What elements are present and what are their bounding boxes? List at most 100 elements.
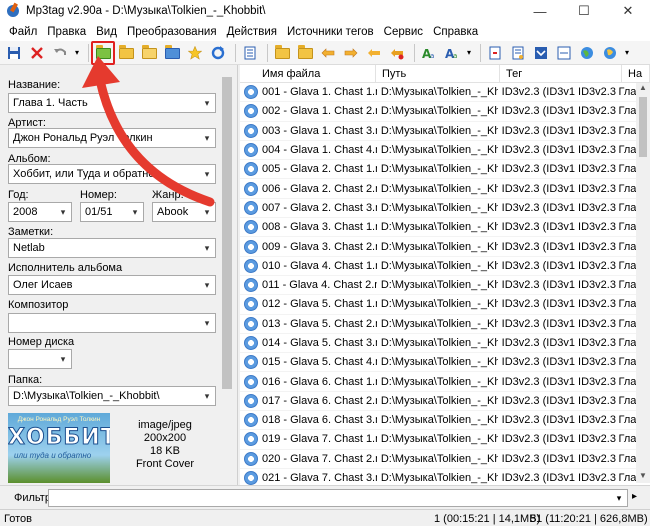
column-path[interactable]: Путь bbox=[376, 65, 500, 83]
menu-tag-sources[interactable]: Источники тегов bbox=[282, 26, 379, 38]
menu-view[interactable]: Вид bbox=[91, 26, 122, 38]
chevron-down-icon[interactable]: ▾ bbox=[55, 203, 71, 221]
open-folder-button[interactable] bbox=[139, 43, 159, 63]
menu-edit[interactable]: Правка bbox=[42, 26, 91, 38]
table-row[interactable]: 009 - Glava 3. Chast 2.m...D:\Музыка\Tol… bbox=[240, 237, 636, 257]
comment-field[interactable]: Netlab ▾ bbox=[8, 238, 216, 258]
album-artist-field[interactable]: Олег Исаев ▾ bbox=[8, 275, 216, 295]
tag-to-filename-button[interactable] bbox=[272, 43, 292, 63]
case-conversion-menu-button[interactable]: Aa bbox=[442, 43, 462, 63]
filename-to-tag-button[interactable] bbox=[295, 43, 315, 63]
year-field[interactable]: 2008 ▾ bbox=[8, 202, 72, 222]
menu-convert[interactable]: Преобразования bbox=[122, 26, 222, 38]
folder-field[interactable]: D:\Музыка\Tolkien_-_Khobbit\ ▾ bbox=[8, 386, 216, 406]
column-title[interactable]: На bbox=[622, 65, 650, 83]
options-button[interactable] bbox=[531, 43, 551, 63]
chevron-down-icon[interactable]: ▾ bbox=[199, 276, 215, 294]
highlight-box bbox=[91, 40, 115, 65]
close-button[interactable]: ✕ bbox=[606, 0, 650, 22]
freedb-button[interactable] bbox=[600, 43, 620, 63]
case-dropdown[interactable]: ▾ bbox=[465, 43, 473, 63]
chevron-down-icon[interactable]: ▾ bbox=[611, 490, 627, 506]
table-row[interactable]: 003 - Glava 1. Chast 3.m...D:\Музыка\Tol… bbox=[240, 122, 636, 141]
table-row[interactable]: 012 - Glava 5. Chast 1.m...D:\Музыка\Tol… bbox=[240, 295, 636, 315]
filter-go-icon[interactable]: ▸ bbox=[632, 491, 637, 502]
chevron-down-icon[interactable]: ▾ bbox=[199, 94, 215, 112]
save-button[interactable] bbox=[4, 43, 24, 63]
tag-to-text-button[interactable] bbox=[341, 43, 361, 63]
cell-path: D:\Музыка\Tolkien_-_Kh... bbox=[380, 433, 498, 446]
chevron-down-icon[interactable]: ▾ bbox=[55, 350, 71, 368]
table-row[interactable]: 020 - Glava 7. Chast 2.m...D:\Музыка\Tol… bbox=[240, 450, 636, 469]
export-button[interactable] bbox=[485, 43, 505, 63]
genre-field[interactable]: Abook ▾ bbox=[152, 202, 216, 222]
case-conversion-button[interactable]: Aa bbox=[419, 43, 439, 63]
filter-input[interactable]: ▾ bbox=[48, 489, 628, 507]
favorites-button[interactable] bbox=[185, 43, 205, 63]
remove-tag-button[interactable] bbox=[27, 43, 47, 63]
menu-help[interactable]: Справка bbox=[428, 26, 483, 38]
table-row[interactable]: 005 - Glava 2. Chast 1.m...D:\Музыка\Tol… bbox=[240, 160, 636, 180]
table-row[interactable]: 004 - Glava 1. Chast 4.m...D:\Музыка\Tol… bbox=[240, 141, 636, 161]
artist-field[interactable]: Джон Рональд Руэл Толкин ▾ bbox=[8, 128, 216, 148]
undo-dropdown[interactable]: ▾ bbox=[73, 43, 81, 63]
chevron-down-icon[interactable]: ▾ bbox=[199, 387, 215, 405]
title-field[interactable]: Глава 1. Часть ▾ bbox=[8, 93, 216, 113]
composer-field[interactable]: ▾ bbox=[8, 313, 216, 333]
table-row[interactable]: 014 - Glava 5. Chast 3.m...D:\Музыка\Tol… bbox=[240, 334, 636, 354]
cell-title: Гла bbox=[618, 105, 636, 118]
add-directory-button[interactable] bbox=[116, 43, 136, 63]
chevron-down-icon[interactable]: ▾ bbox=[199, 314, 215, 332]
refresh-button[interactable] bbox=[208, 43, 228, 63]
cell-path: D:\Музыка\Tolkien_-_Kh... bbox=[380, 240, 498, 253]
table-row[interactable]: 010 - Glava 4. Chast 1.m...D:\Музыка\Tol… bbox=[240, 257, 636, 276]
table-row[interactable]: 001 - Glava 1. Chast 1.m...D:\Музыка\Tol… bbox=[240, 83, 636, 103]
album-field[interactable]: Хоббит, или Туда и обратно ▾ bbox=[8, 164, 216, 184]
web-sources-dropdown[interactable] bbox=[577, 43, 597, 63]
chevron-down-icon[interactable]: ▾ bbox=[199, 165, 215, 183]
web-sources-button[interactable] bbox=[554, 43, 574, 63]
menu-actions[interactable]: Действия bbox=[222, 26, 282, 38]
column-filename[interactable]: Имя файла bbox=[240, 65, 376, 83]
scrollbar-thumb[interactable] bbox=[639, 97, 647, 157]
chevron-down-icon[interactable]: ▾ bbox=[127, 203, 143, 221]
freedb-dropdown[interactable]: ▾ bbox=[623, 43, 631, 63]
table-row[interactable]: 006 - Glava 2. Chast 2.m...D:\Музыка\Tol… bbox=[240, 179, 636, 199]
menu-file[interactable]: Файл bbox=[4, 26, 42, 38]
table-row[interactable]: 011 - Glava 4. Chast 2.m...D:\Музыка\Tol… bbox=[240, 276, 636, 296]
tag-panel-scrollbar[interactable] bbox=[220, 65, 234, 485]
disc-field[interactable]: ▾ bbox=[8, 349, 72, 369]
table-row[interactable]: 013 - Glava 5. Chast 2.m...D:\Музыка\Tol… bbox=[240, 315, 636, 334]
scrollbar-thumb[interactable] bbox=[222, 77, 232, 389]
change-directory-button[interactable] bbox=[91, 40, 115, 65]
table-row[interactable]: 008 - Glava 3. Chast 1.m...D:\Музыка\Tol… bbox=[240, 218, 636, 238]
column-tag[interactable]: Тег bbox=[500, 65, 622, 83]
minimize-button[interactable]: — bbox=[518, 0, 562, 22]
scroll-up-icon[interactable]: ▲ bbox=[636, 83, 650, 95]
actions-button[interactable] bbox=[364, 43, 384, 63]
table-row[interactable]: 016 - Glava 6. Chast 1.m...D:\Музыка\Tol… bbox=[240, 372, 636, 392]
file-list-scrollbar[interactable]: ▲ ▼ bbox=[636, 83, 650, 483]
table-row[interactable]: 018 - Glava 6. Chast 3.m...D:\Музыка\Tol… bbox=[240, 411, 636, 431]
folder-button[interactable] bbox=[162, 43, 182, 63]
tag-panel-button[interactable] bbox=[240, 43, 260, 63]
table-row[interactable]: 017 - Glava 6. Chast 2.m...D:\Музыка\Tol… bbox=[240, 392, 636, 412]
table-row[interactable]: 021 - Glava 7. Chast 3.m...D:\Музыка\Tol… bbox=[240, 469, 636, 485]
playlist-button[interactable] bbox=[508, 43, 528, 63]
file-rows: 001 - Glava 1. Chast 1.m...D:\Музыка\Tol… bbox=[240, 83, 636, 485]
track-field[interactable]: 01/51 ▾ bbox=[80, 202, 144, 222]
quick-actions-button[interactable] bbox=[387, 43, 407, 63]
text-to-tag-button[interactable] bbox=[318, 43, 338, 63]
scroll-down-icon[interactable]: ▼ bbox=[636, 471, 650, 483]
chevron-down-icon[interactable]: ▾ bbox=[199, 239, 215, 257]
menu-tools[interactable]: Сервис bbox=[379, 26, 428, 38]
chevron-down-icon[interactable]: ▾ bbox=[199, 203, 215, 221]
table-row[interactable]: 019 - Glava 7. Chast 1.m...D:\Музыка\Tol… bbox=[240, 430, 636, 450]
undo-button[interactable] bbox=[50, 43, 70, 63]
cover-art[interactable]: Джон Рональд Руэл Толкин ХОББИТ или туда… bbox=[8, 413, 110, 483]
maximize-button[interactable]: ☐ bbox=[562, 0, 606, 22]
chevron-down-icon[interactable]: ▾ bbox=[199, 129, 215, 147]
table-row[interactable]: 007 - Glava 2. Chast 3.m...D:\Музыка\Tol… bbox=[240, 199, 636, 219]
table-row[interactable]: 002 - Glava 1. Chast 2.m...D:\Музыка\Tol… bbox=[240, 102, 636, 122]
table-row[interactable]: 015 - Glava 5. Chast 4.m...D:\Музыка\Tol… bbox=[240, 353, 636, 373]
